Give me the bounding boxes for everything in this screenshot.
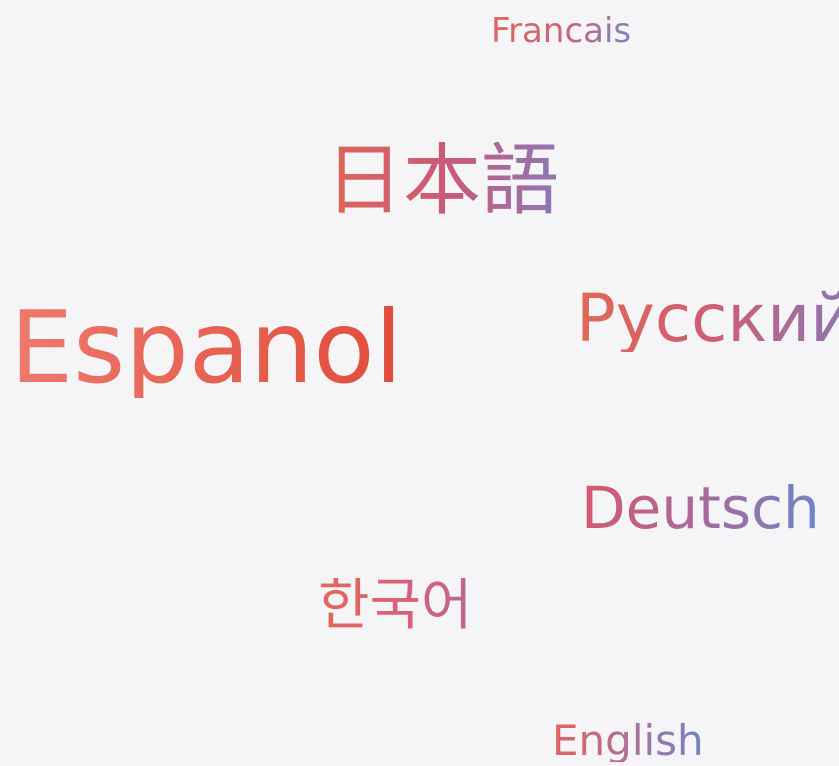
language-word-espanol: Espanol (10, 289, 403, 406)
language-word-russian: Русский (576, 286, 839, 352)
language-word-francais: Francais (491, 11, 632, 51)
language-word-english: English (552, 716, 704, 765)
language-word-deutsch: Deutsch (581, 474, 820, 542)
language-word-korean: 한국어 (318, 573, 473, 638)
language-word-japanese: 日本語 (325, 136, 560, 226)
